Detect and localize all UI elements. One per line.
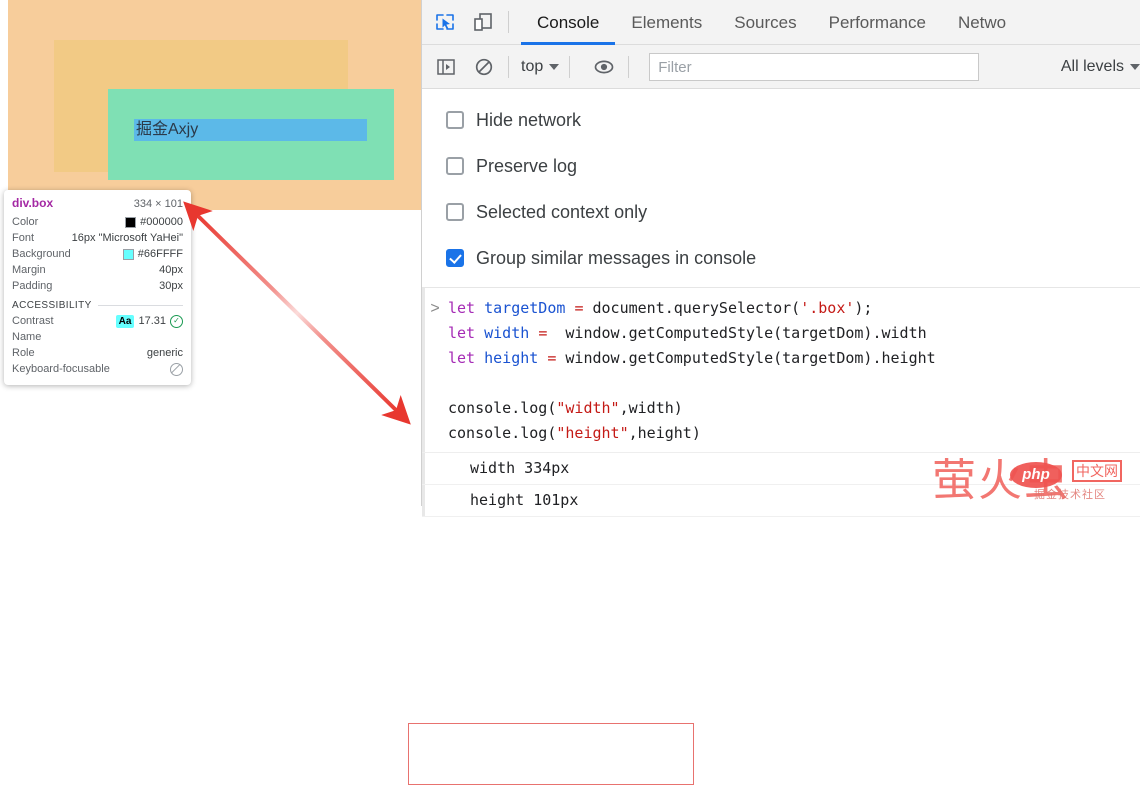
- devtools-panel: Console Elements Sources Performance Net…: [408, 0, 1140, 785]
- prompt-chevron-icon: >: [430, 300, 440, 317]
- tab-elements[interactable]: Elements: [615, 0, 718, 45]
- console-filter-toolbar: top Filter All levels: [422, 45, 1140, 89]
- tab-performance[interactable]: Performance: [813, 0, 942, 45]
- page-body-overlay: 掘金Axjy: [8, 0, 421, 210]
- checkbox-preserve-log[interactable]: [446, 157, 464, 175]
- tooltip-value-role: generic: [146, 347, 183, 359]
- tab-network[interactable]: Netwo: [942, 0, 1022, 45]
- log-level-label: All levels: [1060, 57, 1124, 75]
- setting-group-similar-messages[interactable]: Group similar messages in console: [422, 235, 1140, 281]
- tooltip-selector: div.box: [12, 196, 54, 210]
- console-sidebar-icon[interactable]: [432, 53, 460, 81]
- divider: [628, 55, 630, 78]
- chevron-down-icon: [549, 63, 560, 70]
- setting-hide-network[interactable]: Hide network: [422, 97, 1140, 143]
- tooltip-key-keyboard-focusable: Keyboard-focusable: [12, 363, 110, 375]
- tooltip-row-font: Font 16px "Microsoft YaHei": [12, 230, 183, 246]
- tooltip-key-role: Role: [12, 347, 35, 359]
- divider: [508, 11, 509, 33]
- tooltip-dimensions: 334 × 101: [133, 198, 183, 210]
- not-allowed-icon: [170, 362, 183, 376]
- checkbox-selected-context-only[interactable]: [446, 203, 464, 221]
- filter-input[interactable]: Filter: [649, 52, 980, 81]
- tooltip-value-margin: 40px: [159, 264, 183, 276]
- contrast-ratio-value: 17.31: [138, 315, 166, 327]
- inspect-element-icon[interactable]: [430, 7, 460, 37]
- margin-highlight-overlay: 掘金Axjy: [54, 40, 394, 180]
- tooltip-key-contrast: Contrast: [12, 315, 54, 327]
- color-swatch-black: [125, 216, 137, 228]
- tooltip-key-color: Color: [12, 216, 39, 228]
- console-settings-list: Hide network Preserve log Selected conte…: [422, 89, 1140, 288]
- tooltip-value-keyboard-focusable: [170, 362, 183, 376]
- console-message-list: > let targetDom = document.querySelector…: [408, 288, 1140, 785]
- tooltip-value-padding: 30px: [159, 280, 183, 292]
- inspected-div-box[interactable]: 掘金Axjy: [108, 89, 394, 180]
- tooltip-key-padding: Padding: [12, 280, 53, 292]
- annotation-highlight-box: [408, 723, 694, 785]
- tooltip-row-role: Role generic: [12, 345, 183, 361]
- chevron-down-icon: [1130, 63, 1140, 70]
- tab-sources[interactable]: Sources: [718, 0, 812, 45]
- devtools-tabbar: Console Elements Sources Performance Net…: [422, 0, 1140, 45]
- console-command-entry[interactable]: > let targetDom = document.querySelector…: [422, 288, 1140, 453]
- eye-icon[interactable]: [590, 53, 618, 81]
- clear-console-icon[interactable]: [470, 53, 498, 81]
- setting-label-group-similar-messages: Group similar messages in console: [476, 247, 757, 268]
- log-level-selector[interactable]: All levels: [1061, 58, 1140, 76]
- accessibility-label: ACCESSIBILITY: [12, 300, 92, 311]
- tooltip-row-name: Name: [12, 329, 183, 345]
- tooltip-key-background: Background: [12, 248, 71, 260]
- divider: [569, 55, 571, 78]
- tooltip-row-keyboard-focusable: Keyboard-focusable: [12, 361, 183, 377]
- tooltip-header: div.box 334 × 101: [12, 196, 183, 210]
- tooltip-background-hex: #66FFFF: [137, 248, 183, 260]
- checkbox-hide-network[interactable]: [446, 111, 464, 129]
- tooltip-value-background: #66FFFF: [122, 246, 183, 262]
- console-command-code: let targetDom = document.querySelector('…: [448, 299, 936, 442]
- tooltip-row-color: Color #000000: [12, 214, 183, 230]
- tooltip-row-contrast: Contrast Aa 17.31 ✓: [12, 313, 183, 329]
- color-swatch-cyan: [122, 248, 134, 260]
- tooltip-key-margin: Margin: [12, 264, 46, 276]
- divider: [97, 305, 183, 306]
- contrast-aa-chip: Aa: [115, 314, 135, 328]
- tooltip-key-font: Font: [12, 232, 35, 244]
- devtools-tab-list: Console Elements Sources Performance Net…: [521, 0, 1022, 45]
- box-text-selection: 掘金Axjy: [134, 119, 367, 141]
- check-circle-icon: ✓: [170, 314, 183, 328]
- execution-context-label: top: [521, 57, 544, 75]
- setting-label-selected-context-only: Selected context only: [476, 201, 648, 222]
- tooltip-row-background: Background #66FFFF: [12, 246, 183, 262]
- tooltip-row-margin: Margin 40px: [12, 262, 183, 278]
- setting-preserve-log[interactable]: Preserve log: [422, 143, 1140, 189]
- execution-context-selector[interactable]: top: [521, 57, 560, 76]
- setting-label-hide-network: Hide network: [476, 109, 582, 130]
- tooltip-color-hex: #000000: [140, 216, 183, 228]
- tooltip-value-contrast: Aa 17.31 ✓: [115, 313, 183, 329]
- divider: [508, 55, 509, 78]
- checkbox-group-similar-messages[interactable]: [446, 249, 464, 267]
- tooltip-key-name: Name: [12, 331, 42, 343]
- accessibility-section-header: ACCESSIBILITY: [12, 300, 183, 311]
- console-output-row: height 101px: [422, 485, 1140, 517]
- element-inspect-tooltip: div.box 334 × 101 Color #000000 Font 16p…: [4, 190, 191, 385]
- tab-console[interactable]: Console: [521, 0, 615, 45]
- device-toolbar-icon[interactable]: [468, 7, 498, 37]
- setting-label-preserve-log: Preserve log: [476, 155, 578, 176]
- tooltip-value-color: #000000: [125, 214, 183, 230]
- setting-selected-context-only[interactable]: Selected context only: [422, 189, 1140, 235]
- tooltip-value-font: 16px "Microsoft YaHei": [71, 232, 183, 244]
- tooltip-row-padding: Padding 30px: [12, 278, 183, 294]
- console-output-row: width 334px: [422, 453, 1140, 485]
